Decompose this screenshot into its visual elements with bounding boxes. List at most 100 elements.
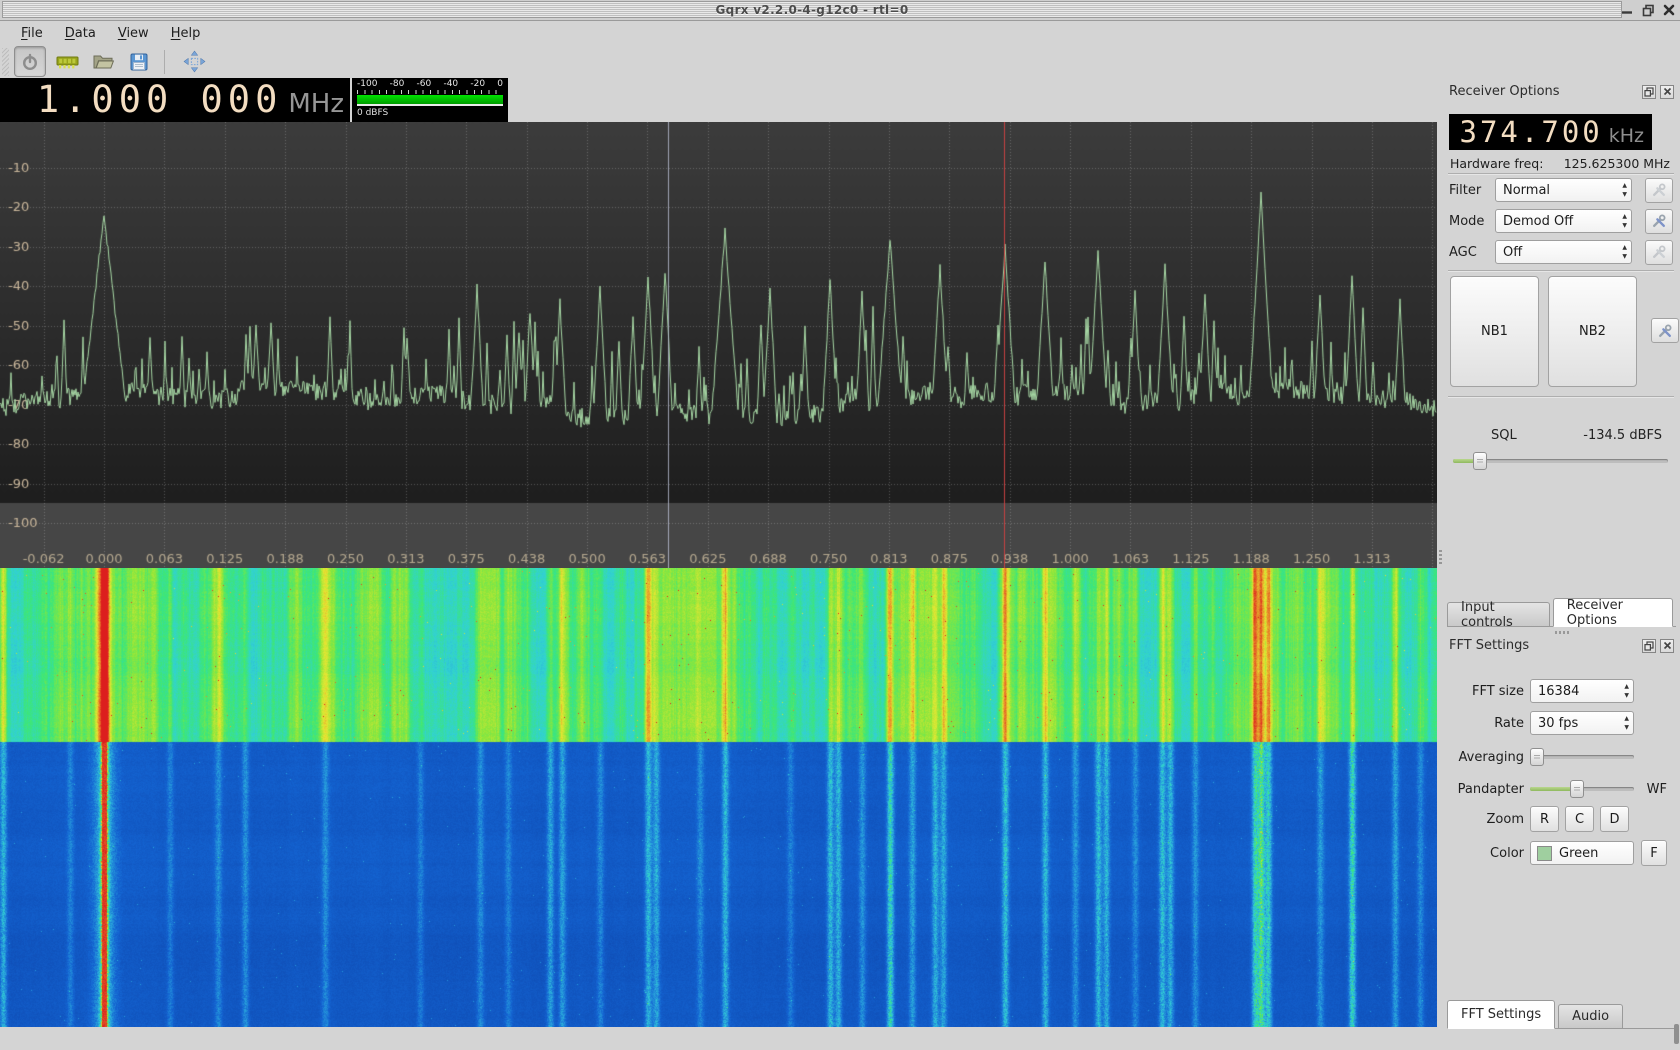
device-button[interactable] [52, 47, 82, 76]
signal-meter: -100 -80 -60 -40 -20 0 0 dBFS [352, 78, 508, 122]
menu-help[interactable]: Help [160, 24, 212, 43]
nb-settings-button[interactable] [1651, 318, 1679, 343]
meter-tick: -80 [390, 79, 405, 89]
frequency-value[interactable]: 1.000 000 [37, 78, 282, 122]
menu-bar: File Data View Help [0, 21, 1680, 45]
zoom-center-button[interactable]: C [1565, 806, 1594, 832]
offset-frequency-display[interactable]: 374.700 kHz [1449, 114, 1652, 150]
mode-settings-button[interactable] [1645, 209, 1673, 234]
meter-tick: -20 [470, 79, 485, 89]
menu-view[interactable]: View [107, 24, 160, 43]
toolbar-drag-handle[interactable] [2, 48, 9, 76]
title-bar[interactable]: Gqrx v2.2.0-4-g12c0 - rtl=0 [0, 0, 1680, 21]
frequency-display[interactable]: 1.000 000 MHz [0, 78, 350, 122]
mode-combo[interactable]: Demod Off ▲▼ [1495, 209, 1632, 233]
minimize-button[interactable] [1620, 3, 1634, 17]
averaging-label: Averaging [1445, 750, 1524, 765]
float-dock-button[interactable] [1642, 85, 1656, 99]
slider-handle[interactable] [1530, 748, 1544, 766]
pan-button[interactable] [179, 47, 209, 76]
close-button[interactable] [1662, 3, 1676, 17]
save-button[interactable] [124, 47, 154, 76]
tab-receiver-options[interactable]: Receiver Options [1553, 598, 1673, 627]
frequency-unit: MHz [288, 82, 344, 126]
spectrum-plot[interactable] [0, 122, 1437, 568]
color-swatch-icon [1537, 846, 1552, 861]
tab-label: Receiver Options [1567, 598, 1659, 628]
rate-combo[interactable]: 30 fps ▲▼ [1530, 711, 1634, 735]
power-button[interactable] [14, 46, 46, 77]
dock-tabbar-bottom: FFT Settings Audio [1447, 1000, 1676, 1029]
close-icon [1663, 4, 1675, 16]
close-dock-button[interactable] [1660, 639, 1674, 653]
slider-handle[interactable] [1473, 452, 1487, 470]
nb1-button[interactable]: NB1 [1450, 276, 1539, 387]
float-dock-button[interactable] [1642, 639, 1656, 653]
spinner-arrows-icon[interactable]: ▲▼ [1624, 714, 1629, 732]
tab-audio[interactable]: Audio [1558, 1004, 1623, 1028]
tab-fft-settings[interactable]: FFT Settings [1447, 1000, 1555, 1029]
squelch-slider[interactable] [1453, 452, 1668, 470]
agc-row: AGC Off ▲▼ [1449, 239, 1674, 265]
spinner-arrows-icon[interactable]: ▲▼ [1622, 243, 1627, 261]
receiver-options-title: Receiver Options [1449, 84, 1638, 99]
pandapter-row: Pandapter WF [1445, 776, 1674, 802]
zoom-label: Zoom [1445, 812, 1524, 827]
nb2-button[interactable]: NB2 [1548, 276, 1637, 387]
zoom-demod-button[interactable]: D [1600, 806, 1629, 832]
float-icon [1644, 641, 1654, 651]
window-title: Gqrx v2.2.0-4-g12c0 - rtl=0 [716, 3, 909, 17]
waterfall-display[interactable] [0, 568, 1437, 1027]
rate-value: 30 fps [1538, 716, 1578, 731]
fft-settings-dock-title: FFT Settings [1449, 638, 1674, 653]
slider-groove[interactable] [1530, 755, 1634, 759]
averaging-slider[interactable] [1530, 748, 1634, 766]
splitter-grip [1439, 550, 1442, 566]
rate-label: Rate [1445, 716, 1524, 731]
meter-level-bar [357, 95, 503, 104]
spinner-arrows-icon[interactable]: ▲▼ [1622, 212, 1627, 230]
filter-combo[interactable]: Normal ▲▼ [1495, 178, 1632, 202]
float-icon [1644, 87, 1654, 97]
fft-size-row: FFT size 16384 ▲▼ [1445, 678, 1674, 704]
tab-label: Audio [1572, 1009, 1609, 1024]
title-stripes: Gqrx v2.2.0-4-g12c0 - rtl=0 [2, 1, 1622, 18]
fft-size-label: FFT size [1445, 684, 1524, 699]
offset-frequency-value[interactable]: 374.700 [1460, 114, 1603, 150]
tab-input-controls[interactable]: Input controls [1447, 602, 1550, 626]
rate-row: Rate 30 fps ▲▼ [1445, 710, 1674, 736]
meter-scale: -100 -80 -60 -40 -20 0 [357, 79, 503, 89]
separator [1448, 396, 1674, 397]
scrollbar-nub[interactable] [1674, 1024, 1679, 1044]
color-label: Color [1445, 846, 1524, 861]
pandapter-slider[interactable] [1530, 780, 1634, 798]
panel-splitter[interactable] [1437, 122, 1445, 1050]
hardware-freq-value: 125.625300 MHz [1564, 156, 1670, 171]
agc-combo[interactable]: Off ▲▼ [1495, 240, 1632, 264]
slider-handle[interactable] [1570, 780, 1584, 798]
menu-file[interactable]: File [10, 24, 54, 43]
color-value: Green [1559, 846, 1598, 861]
zoom-reset-button[interactable]: R [1530, 806, 1559, 832]
filter-settings-button[interactable] [1645, 178, 1673, 203]
color-row: Color Green F [1445, 840, 1674, 866]
close-dock-button[interactable] [1660, 85, 1674, 99]
open-folder-icon [92, 52, 115, 71]
sql-label: SQL [1491, 428, 1583, 443]
fft-size-combo[interactable]: 16384 ▲▼ [1530, 679, 1634, 703]
close-icon [1663, 641, 1672, 650]
maximize-button[interactable] [1641, 3, 1655, 17]
freeze-button[interactable]: F [1641, 840, 1667, 866]
color-combo[interactable]: Green [1530, 841, 1634, 865]
filter-value: Normal [1503, 183, 1550, 198]
menu-data[interactable]: Data [54, 24, 107, 43]
spinner-arrows-icon[interactable]: ▲▼ [1622, 181, 1627, 199]
pan-arrows-icon [183, 50, 206, 73]
zoom-r-label: R [1540, 812, 1549, 827]
spinner-arrows-icon[interactable]: ▲▼ [1624, 682, 1629, 700]
agc-settings-button[interactable] [1645, 240, 1673, 265]
dock-resize-grip[interactable] [1555, 631, 1571, 634]
filter-label: Filter [1449, 183, 1495, 198]
open-button[interactable] [88, 47, 118, 76]
filter-row: Filter Normal ▲▼ [1449, 177, 1674, 203]
